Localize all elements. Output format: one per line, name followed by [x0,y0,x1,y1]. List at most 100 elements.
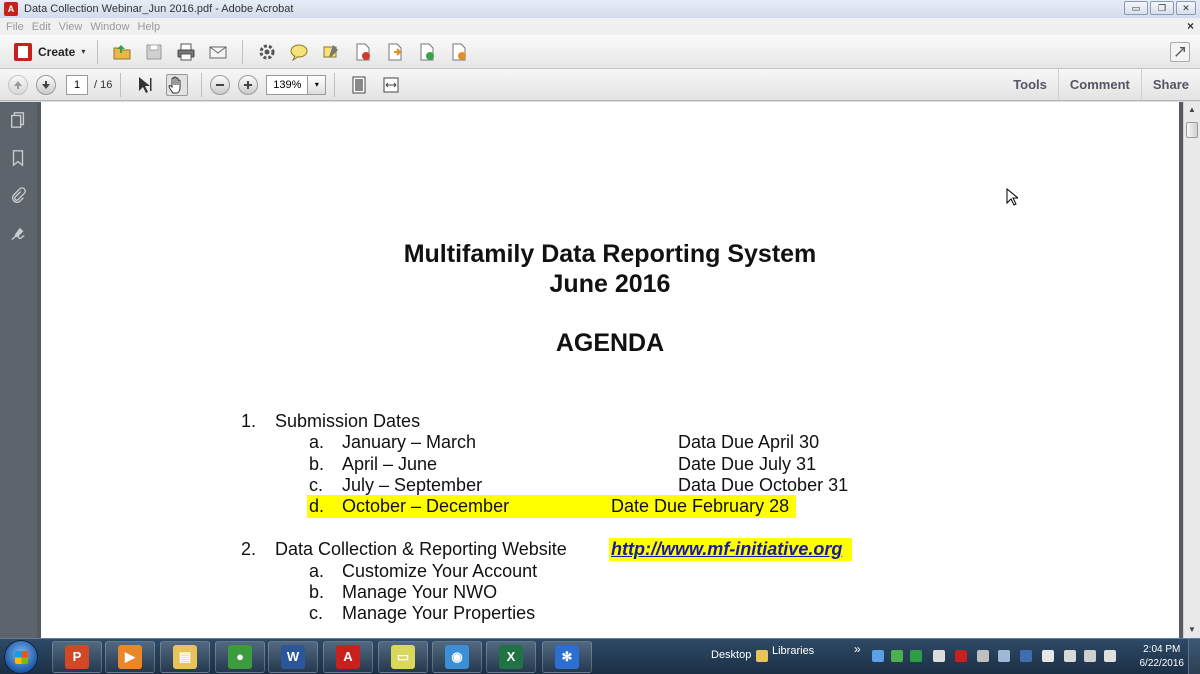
taskbar-app-excel[interactable]: X [486,641,536,673]
flag-icon[interactable] [1042,650,1054,662]
list-item-label: April – June [342,454,438,474]
printer-icon [177,43,195,60]
highlighter-icon [323,44,339,57]
list-item-letter: c. [309,475,324,495]
scroll-thumb[interactable] [1186,122,1198,138]
taskbar-app-file-explorer[interactable]: ▤ [160,641,210,673]
check-tray-icon[interactable] [910,650,922,662]
bookmarks-button[interactable] [8,148,28,168]
taskbar-app-chrome[interactable]: ● [215,641,265,673]
taskbar-app-sticky-notes[interactable]: ▭ [378,641,428,673]
taskbar-app-media-player[interactable]: ▶ [105,641,155,673]
list-item-due: Data Due October 31 [678,475,849,495]
attachments-button[interactable] [8,186,28,206]
zoom-in-button[interactable] [238,74,259,95]
comment-button[interactable] [288,41,310,63]
page-number-input[interactable] [66,74,88,95]
cursor-select-icon [139,76,152,93]
close-document-button[interactable]: × [1187,19,1194,33]
volume-icon[interactable] [1104,650,1116,662]
bluetooth-tray-icon[interactable] [1020,650,1032,662]
save-button[interactable] [143,41,165,63]
restore-button[interactable]: ❐ [1150,1,1174,15]
share-link[interactable]: Share [1140,69,1200,101]
menu-view[interactable]: View [55,21,87,33]
tools-link[interactable]: Tools [1002,69,1058,101]
taskbar-app-acrobat[interactable]: A [323,641,373,673]
next-page-button[interactable] [36,74,56,95]
speech-bubble-icon [290,44,308,61]
zoom-dropdown-button[interactable]: ▾ [308,74,327,95]
fit-width-icon [383,77,399,92]
main-toolbar: Create ▾ [0,35,1200,69]
signal-icon[interactable] [1064,650,1076,662]
email-button[interactable] [207,41,229,63]
list-item-letter: d. [309,496,325,516]
taskbar-app-powerpoint[interactable]: P [52,641,102,673]
agenda-heading: AGENDA [555,329,665,357]
create-label: Create [38,44,76,59]
list-item-label: Manage Your Properties [342,603,536,623]
start-button[interactable] [4,640,38,674]
full-screen-button[interactable] [1170,42,1190,62]
hand-tool-button[interactable] [166,73,189,96]
page-thumbnails-button[interactable] [8,110,28,130]
keyboard-tray-icon[interactable] [977,650,989,662]
taskbar-app-snowflake-app[interactable]: ✻ [542,641,592,673]
scroll-up-button[interactable]: ▲ [1184,102,1200,118]
menu-window[interactable]: Window [86,21,133,33]
show-desktop-button[interactable] [1188,639,1200,674]
desktop-toolbar-label[interactable]: Desktop [711,649,751,661]
save-icon [146,44,162,59]
combine-button[interactable] [416,41,438,63]
acrobat-tray-icon[interactable] [955,650,967,662]
close-button[interactable]: ✕ [1176,1,1196,15]
signatures-button[interactable] [8,224,28,244]
website-link[interactable]: http://www.mf-initiative.org [611,539,842,560]
acrobat-icon: A [336,645,360,669]
document-title: Multifamily Data Reporting System [403,240,817,268]
settings-button[interactable] [256,41,278,63]
system-clock[interactable]: 2:04 PM 6/22/2016 [1140,643,1185,671]
snowflake-tray-icon[interactable] [872,650,884,662]
open-folder-button[interactable] [111,41,133,63]
hand-icon [168,76,181,93]
comment-link[interactable]: Comment [1057,69,1141,101]
section-title: Data Collection & Reporting Website [275,539,567,559]
fit-page-button[interactable] [348,74,370,96]
highlight-button[interactable] [320,41,342,63]
window-title: Data Collection Webinar_Jun 2016.pdf - A… [24,3,294,15]
zoom-out-button[interactable] [210,74,231,95]
title-bar: A Data Collection Webinar_Jun 2016.pdf -… [0,0,1200,18]
menu-file[interactable]: File [2,21,28,33]
print-button[interactable] [175,41,197,63]
menu-edit[interactable]: Edit [28,21,55,33]
page-total: / 16 [94,78,113,91]
select-tool-button[interactable] [134,74,156,96]
network-icon[interactable] [1084,650,1096,662]
sync-tray-icon[interactable] [998,650,1010,662]
clock-date: 6/22/2016 [1139,658,1185,669]
clock-time: 2:04 PM [1143,644,1181,655]
libraries-toolbar-label[interactable]: Libraries [772,645,814,657]
menu-help[interactable]: Help [133,21,164,33]
network-tool-tray-icon[interactable] [891,650,903,662]
section-title: Submission Dates [275,411,421,431]
minimize-button[interactable]: ▭ [1124,1,1148,15]
create-button[interactable]: Create ▾ [10,39,89,65]
zoom-level-input[interactable] [266,74,309,95]
taskbar-app-word[interactable]: W [268,641,318,673]
sign-button[interactable] [352,41,374,63]
scroll-down-button[interactable]: ▼ [1184,622,1200,638]
device-tray-icon[interactable] [933,650,945,662]
taskbar-app-messenger[interactable]: ◉ [432,641,482,673]
previous-page-button[interactable] [8,74,28,95]
export-button[interactable] [384,41,406,63]
document-share-icon [452,43,467,60]
fit-width-button[interactable] [380,74,402,96]
share-document-button[interactable] [448,41,470,63]
signature-pen-icon [11,227,25,241]
toolbar-overflow-button[interactable]: » [854,642,861,656]
document-viewport[interactable]: Multifamily Data Reporting System June 2… [37,102,1183,638]
vertical-scrollbar[interactable]: ▲ ▼ [1183,102,1200,638]
